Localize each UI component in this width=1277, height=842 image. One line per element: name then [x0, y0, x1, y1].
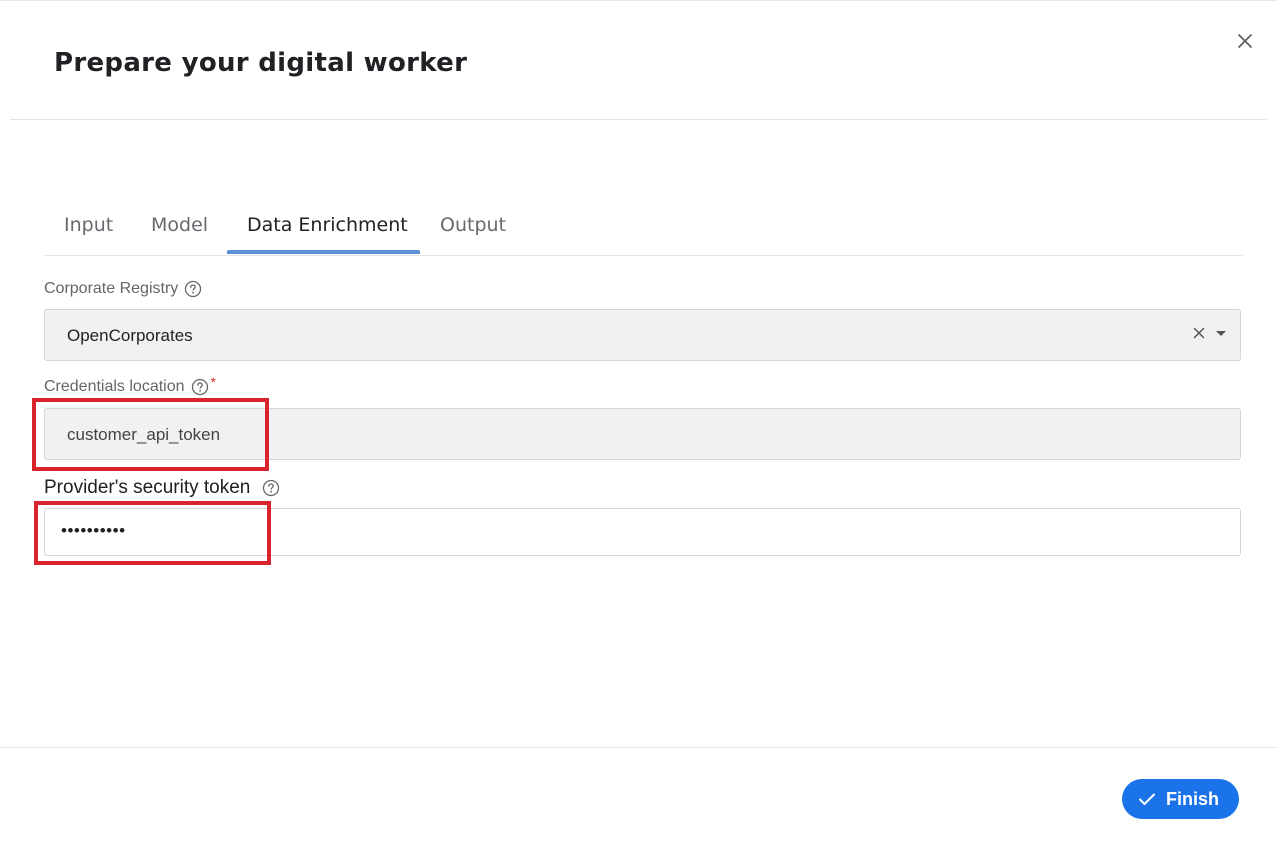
security-token-input[interactable]: •••••••••• — [44, 508, 1241, 556]
header-divider — [10, 119, 1267, 120]
finish-button[interactable]: Finish — [1122, 779, 1239, 819]
corporate-registry-value: OpenCorporates — [67, 326, 193, 345]
credentials-location-label: Credentials location * — [44, 374, 216, 396]
dropdown-caret-icon[interactable] — [1216, 331, 1226, 336]
dialog-top-border — [0, 0, 1277, 1]
credentials-location-value: customer_api_token — [67, 425, 221, 444]
corporate-registry-label-text: Corporate Registry — [44, 280, 179, 297]
tab-bar: Input Model Data Enrichment Output — [44, 200, 1243, 256]
close-button[interactable] — [1234, 30, 1256, 52]
dialog: Prepare your digital worker Input Model … — [0, 0, 1277, 842]
help-circle-icon[interactable] — [191, 378, 209, 396]
tab-model[interactable]: Model — [151, 214, 208, 236]
corporate-registry-label: Corporate Registry — [44, 280, 202, 298]
corporate-registry-select[interactable]: OpenCorporates — [44, 309, 1241, 361]
security-token-value: •••••••••• — [61, 521, 126, 540]
finish-button-label: Finish — [1166, 788, 1219, 809]
dialog-title: Prepare your digital worker — [54, 48, 468, 78]
required-marker: * — [210, 374, 216, 390]
security-token-label-text: Provider's security token — [44, 477, 251, 498]
active-tab-indicator — [227, 250, 420, 254]
help-circle-icon[interactable] — [184, 280, 202, 298]
security-token-label: Provider's security token — [44, 477, 280, 499]
credentials-location-label-text: Credentials location — [44, 378, 185, 395]
tab-output[interactable]: Output — [440, 214, 506, 236]
check-icon — [1139, 793, 1155, 805]
clear-selection-icon[interactable] — [1192, 326, 1206, 340]
close-icon — [1238, 34, 1252, 48]
footer-divider — [0, 747, 1277, 748]
tab-data-enrichment[interactable]: Data Enrichment — [247, 214, 408, 236]
help-circle-icon[interactable] — [262, 479, 280, 497]
tab-input[interactable]: Input — [64, 214, 113, 236]
credentials-location-field[interactable]: customer_api_token — [44, 408, 1241, 460]
